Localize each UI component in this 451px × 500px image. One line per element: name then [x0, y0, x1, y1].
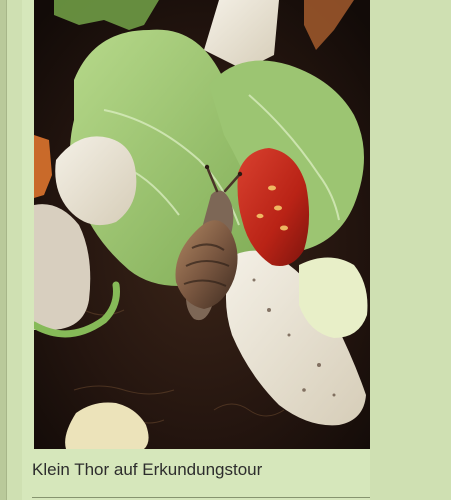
post-card: Klein Thor auf Erkundungstour — [22, 0, 370, 500]
caption-divider — [32, 497, 370, 498]
post-photo[interactable] — [34, 0, 370, 449]
left-page-border — [0, 0, 7, 500]
snail-photo-illustration — [34, 0, 370, 449]
post-caption: Klein Thor auf Erkundungstour — [32, 460, 263, 479]
